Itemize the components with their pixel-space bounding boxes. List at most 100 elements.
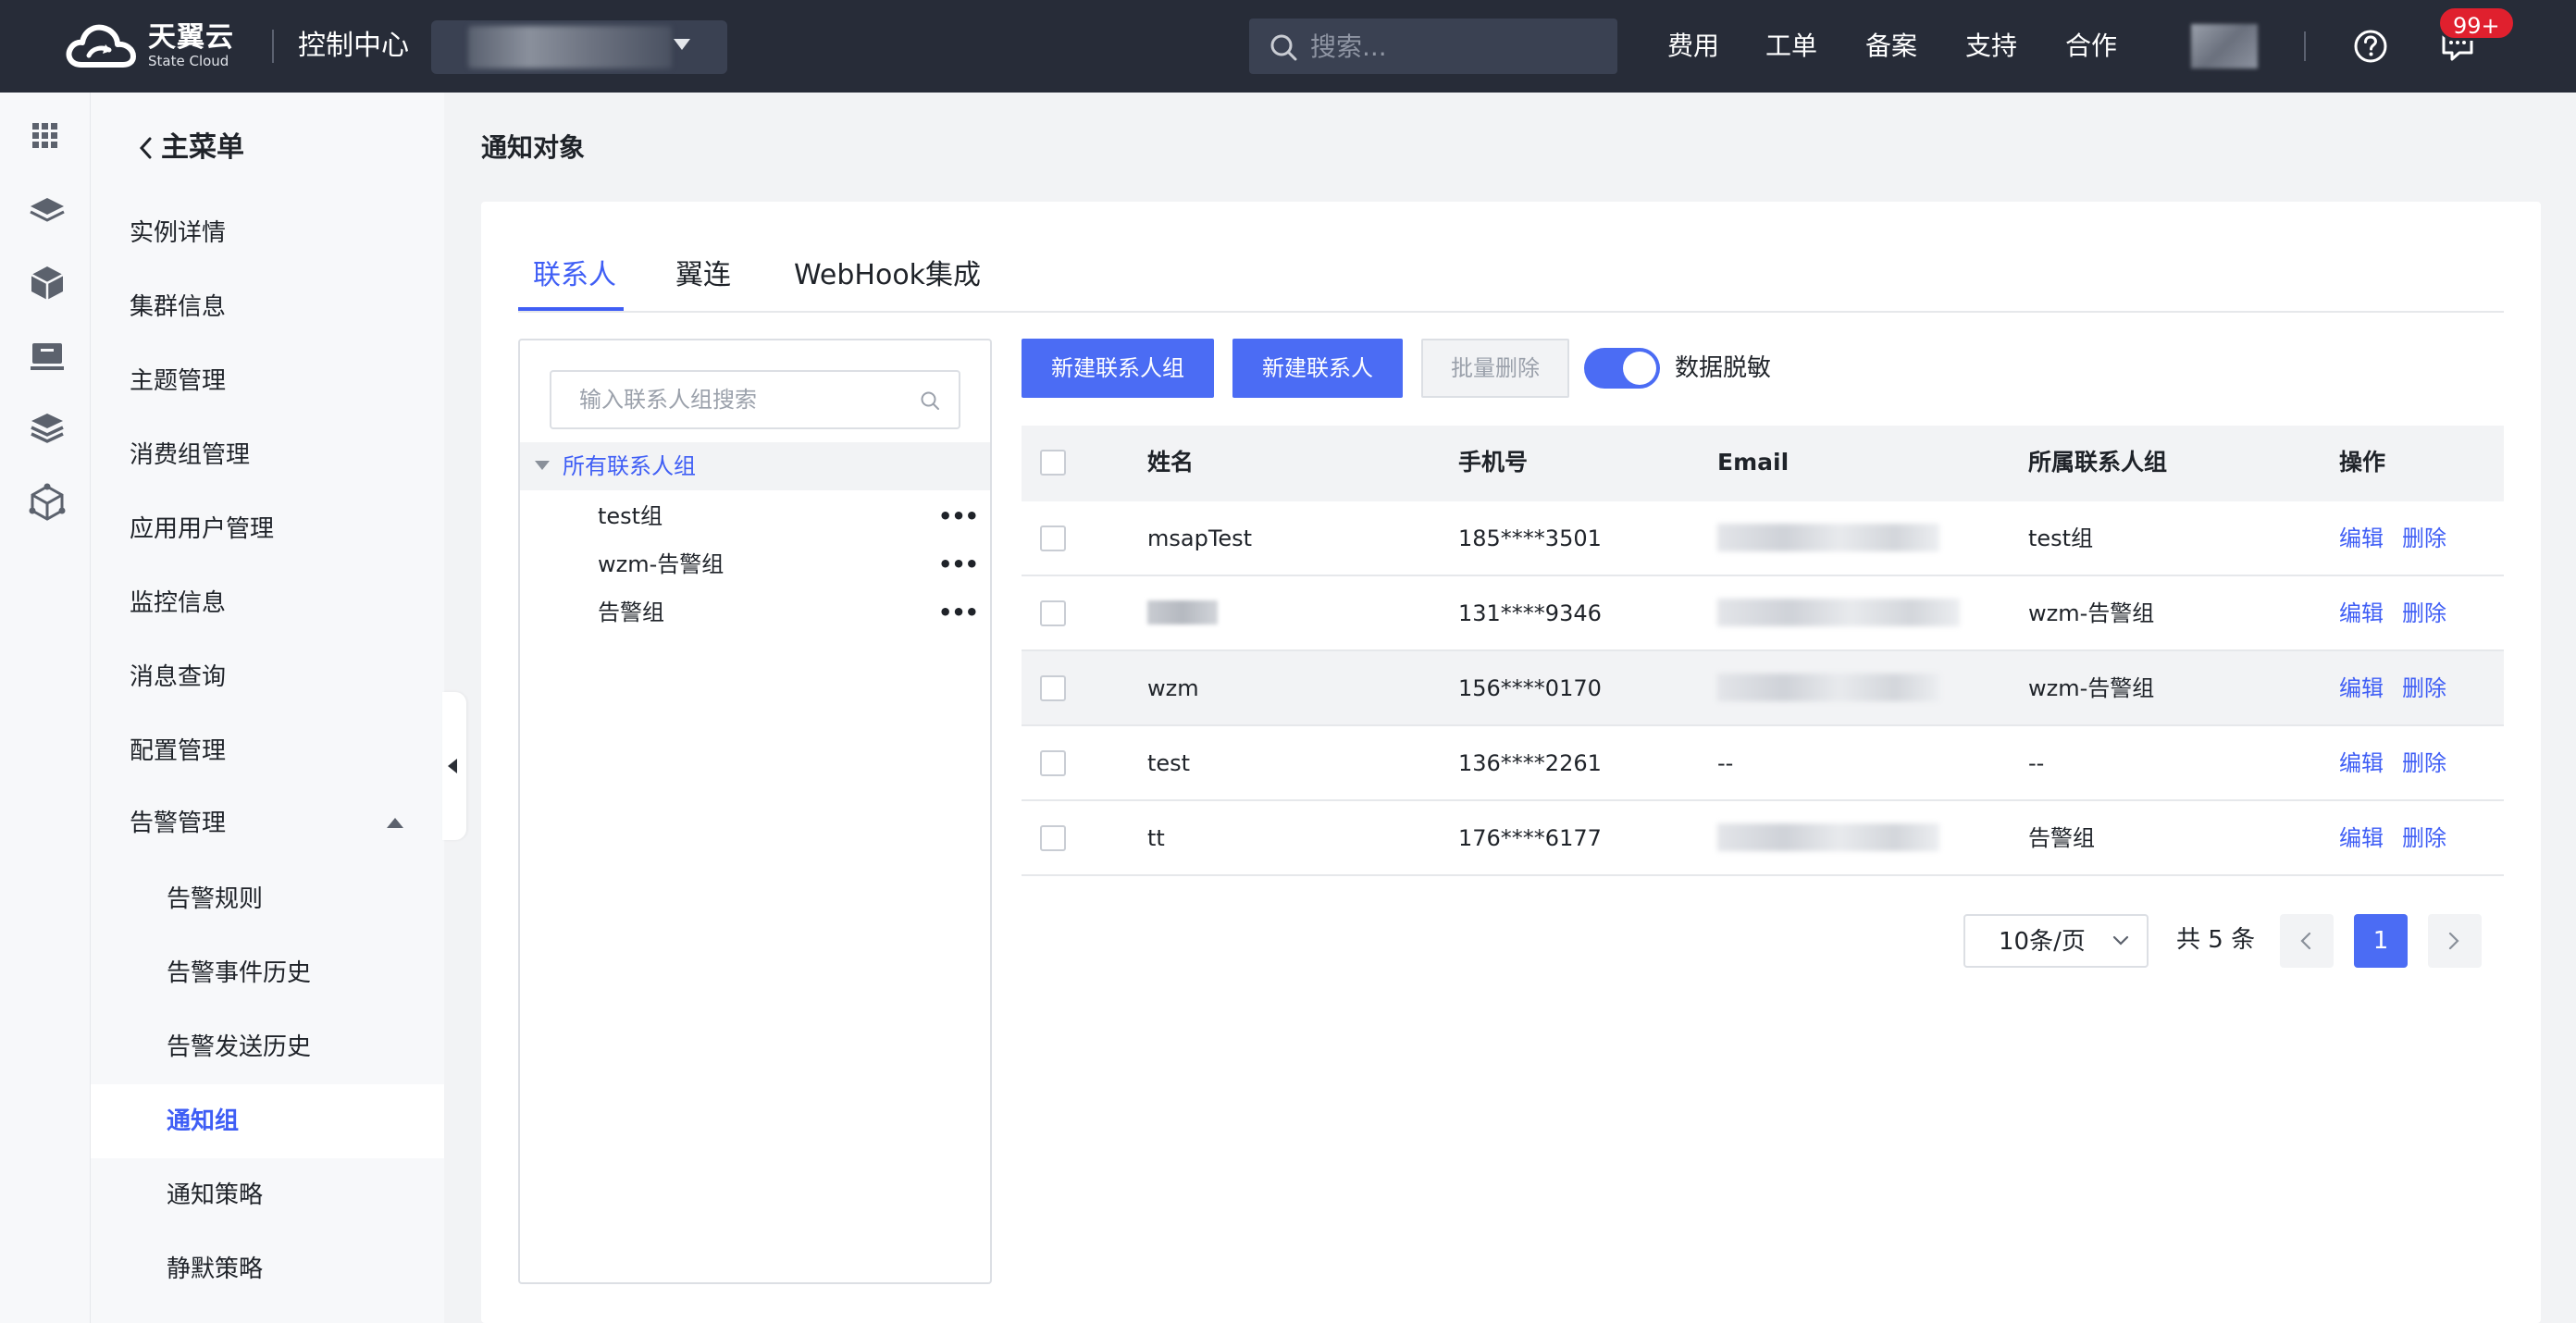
delete-link[interactable]: 删除 <box>2402 745 2446 782</box>
logo-en: State Cloud <box>148 53 229 69</box>
select-all-checkbox[interactable] <box>1040 450 1066 476</box>
grid-icon[interactable] <box>28 118 63 154</box>
cell-name-blurred <box>1147 600 1218 624</box>
more-icon[interactable]: ••• <box>938 505 979 527</box>
caret-down-icon[interactable] <box>535 461 550 470</box>
console-title[interactable]: 控制中心 <box>298 28 409 65</box>
more-icon[interactable]: ••• <box>938 601 979 624</box>
nav-billing[interactable]: 费用 <box>1667 28 1719 65</box>
menu-sub-notify-policy[interactable]: 通知策略 <box>167 1177 263 1214</box>
edit-link[interactable]: 编辑 <box>2339 670 2384 707</box>
caret-left-icon <box>448 759 457 773</box>
edit-link[interactable]: 编辑 <box>2339 745 2384 782</box>
side-menu: 主菜单 实例详情 集群信息 主题管理 消费组管理 应用用户管理 监控信息 消息查… <box>91 93 444 1323</box>
cell-phone: 131****9346 <box>1458 600 1602 626</box>
edit-link[interactable]: 编辑 <box>2339 820 2384 857</box>
region-select[interactable] <box>431 20 727 74</box>
logo[interactable]: 天翼云 State Cloud <box>65 20 234 72</box>
tab-contacts[interactable]: 联系人 <box>533 250 616 302</box>
new-contact-group-button[interactable]: 新建联系人组 <box>1022 339 1214 398</box>
cell-email-blurred <box>1717 524 1939 551</box>
chevron-right-icon <box>2448 932 2459 950</box>
delete-link[interactable]: 删除 <box>2402 595 2446 632</box>
tab-yilian[interactable]: 翼连 <box>675 250 731 302</box>
data-mask-label: 数据脱敏 <box>1675 354 1772 382</box>
search-icon[interactable] <box>920 390 940 411</box>
row-checkbox[interactable] <box>1040 525 1066 551</box>
tree-node-test-group[interactable]: test组 <box>598 498 663 535</box>
main-menu-label: 主菜单 <box>161 131 244 164</box>
nav-filing[interactable]: 备案 <box>1865 28 1917 65</box>
menu-sub-alarm-rules[interactable]: 告警规则 <box>167 881 263 918</box>
delete-link[interactable]: 删除 <box>2402 520 2446 557</box>
cell-group: -- <box>2028 750 2045 776</box>
tree-root-label: 所有联系人组 <box>563 453 696 479</box>
row-checkbox[interactable] <box>1040 825 1066 851</box>
network-cube-icon[interactable] <box>28 483 67 522</box>
menu-item-consumer-group[interactable]: 消费组管理 <box>130 437 250 474</box>
batch-delete-button[interactable]: 批量删除 <box>1421 339 1569 398</box>
menu-sub-notify-group[interactable]: 通知组 <box>167 1103 239 1140</box>
menu-sub-alarm-event-history[interactable]: 告警事件历史 <box>167 955 311 992</box>
help-icon[interactable] <box>2352 28 2389 65</box>
toggle-knob <box>1623 352 1656 385</box>
header-group[interactable]: 所属联系人组 <box>2028 444 2167 481</box>
next-page-button[interactable] <box>2428 914 2482 968</box>
row-checkbox[interactable] <box>1040 675 1066 701</box>
main-menu-back[interactable]: 主菜单 <box>139 130 244 167</box>
chevron-left-icon <box>139 137 152 159</box>
more-icon[interactable]: ••• <box>938 553 979 575</box>
caret-up-icon[interactable] <box>387 818 403 828</box>
new-contact-button[interactable]: 新建联系人 <box>1232 339 1403 398</box>
menu-item-instance-detail[interactable]: 实例详情 <box>130 215 226 252</box>
edit-link[interactable]: 编辑 <box>2339 520 2384 557</box>
cloud-logo-icon <box>66 24 136 68</box>
delete-link[interactable]: 删除 <box>2402 670 2446 707</box>
sidebar-collapse-handle[interactable] <box>442 692 466 840</box>
search-input[interactable] <box>1310 28 1597 65</box>
menu-item-app-user[interactable]: 应用用户管理 <box>130 511 274 548</box>
menu-item-message-query[interactable]: 消息查询 <box>130 659 226 696</box>
tab-webhook[interactable]: WebHook集成 <box>794 250 981 302</box>
avatar[interactable] <box>2191 24 2258 68</box>
nav-ticket[interactable]: 工单 <box>1765 28 1817 65</box>
tree-node-wzm-alarm-group[interactable]: wzm-告警组 <box>598 546 724 583</box>
delete-link[interactable]: 删除 <box>2402 820 2446 857</box>
menu-item-cluster-info[interactable]: 集群信息 <box>130 289 226 326</box>
menu-item-alarm-management[interactable]: 告警管理 <box>130 805 226 842</box>
menu-item-config[interactable]: 配置管理 <box>130 733 226 770</box>
cell-email-blurred <box>1717 823 1939 851</box>
page-size-value: 10条/页 <box>1999 928 2086 956</box>
contact-group-panel: 所有联系人组 test组 ••• wzm-告警组 ••• 告警组 ••• <box>518 339 992 1284</box>
menu-sub-silence-policy[interactable]: 静默策略 <box>167 1251 263 1288</box>
menu-item-topic-management[interactable]: 主题管理 <box>130 363 226 400</box>
global-search[interactable] <box>1249 19 1617 74</box>
group-search-box[interactable] <box>550 370 960 429</box>
page-1-button[interactable]: 1 <box>2354 914 2408 968</box>
row-checkbox[interactable] <box>1040 600 1066 626</box>
header-email[interactable]: Email <box>1717 444 1789 481</box>
nav-partner[interactable]: 合作 <box>2065 28 2117 65</box>
table-row: msapTest 185****3501 test组 编辑 删除 <box>1022 501 2504 576</box>
cell-name: msapTest <box>1147 525 1253 551</box>
cell-phone: 176****6177 <box>1458 825 1602 851</box>
monitor-icon[interactable] <box>28 337 67 376</box>
prev-page-button[interactable] <box>2280 914 2334 968</box>
data-mask-toggle[interactable] <box>1584 348 1660 389</box>
layers-icon[interactable] <box>28 191 67 229</box>
tree-root-all-groups[interactable]: 所有联系人组 <box>520 442 990 490</box>
page-size-select[interactable]: 10条/页 <box>1963 914 2149 968</box>
row-checkbox[interactable] <box>1040 750 1066 776</box>
cell-phone: 185****3501 <box>1458 525 1602 551</box>
header-name[interactable]: 姓名 <box>1147 444 1194 481</box>
group-search-input[interactable] <box>579 381 912 418</box>
edit-link[interactable]: 编辑 <box>2339 595 2384 632</box>
tree-node-alarm-group[interactable]: 告警组 <box>598 594 664 631</box>
nav-support[interactable]: 支持 <box>1965 28 2017 65</box>
menu-item-monitoring[interactable]: 监控信息 <box>130 585 226 622</box>
cube-icon[interactable] <box>28 263 67 302</box>
caret-down-icon <box>674 39 690 50</box>
stack-icon[interactable] <box>28 409 67 448</box>
header-phone[interactable]: 手机号 <box>1458 444 1528 481</box>
menu-sub-alarm-send-history[interactable]: 告警发送历史 <box>167 1029 311 1066</box>
